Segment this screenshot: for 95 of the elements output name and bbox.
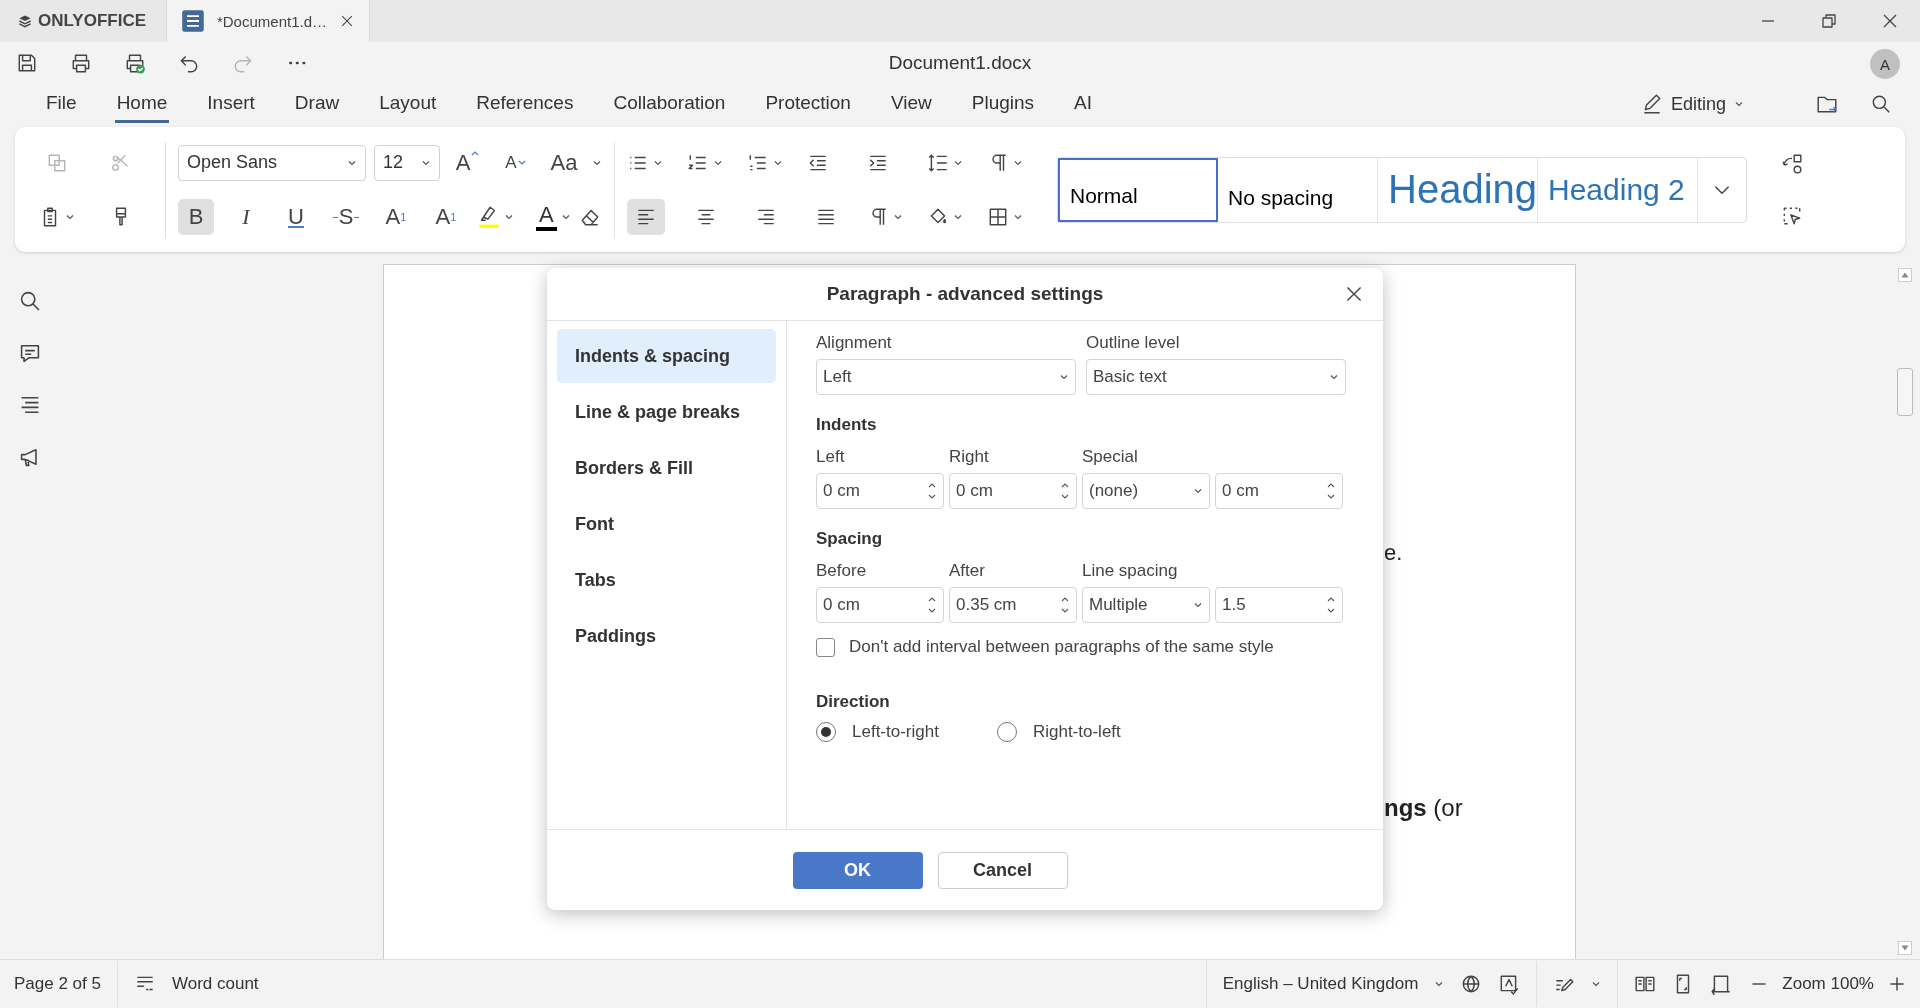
spin-field[interactable]: 0.35 cm xyxy=(949,587,1077,623)
increase-font-button[interactable]: A xyxy=(448,149,488,176)
fit-width-icon[interactable] xyxy=(1710,973,1733,995)
menu-tab[interactable]: References xyxy=(474,85,576,123)
brand-name: ONLYOFFICE xyxy=(38,11,146,31)
menu-tab[interactable]: Protection xyxy=(763,85,853,123)
menu-tab[interactable]: Plugins xyxy=(969,85,1037,123)
up-chevron-icon xyxy=(470,149,481,156)
save-icon[interactable] xyxy=(16,52,38,74)
caret-icon[interactable] xyxy=(1434,979,1445,989)
zoom-level: Zoom 100% xyxy=(1782,974,1874,994)
checkbox[interactable] xyxy=(816,637,835,657)
style-preset[interactable]: Heading xyxy=(1378,157,1538,222)
dropdown[interactable]: (none) xyxy=(1082,473,1210,509)
spin-field[interactable]: 1.5 xyxy=(1215,587,1343,623)
spin-field[interactable]: 0 cm xyxy=(949,473,1077,509)
field-label: Special xyxy=(1082,447,1139,468)
spellcheck-icon[interactable] xyxy=(1498,973,1521,995)
user-avatar[interactable]: A xyxy=(1870,49,1900,79)
caret-icon xyxy=(1193,486,1203,496)
dropdown[interactable]: Basic text xyxy=(1086,359,1346,395)
restore-icon[interactable] xyxy=(1819,11,1839,31)
caret-icon xyxy=(1193,600,1203,610)
align-left-button[interactable] xyxy=(627,198,665,235)
settings-tab[interactable]: Tabs xyxy=(557,553,776,607)
decrease-font-button[interactable]: A xyxy=(496,152,536,173)
field-label: Left xyxy=(816,447,846,468)
language-select[interactable]: English – United Kingdom xyxy=(1222,974,1419,994)
settings-tab[interactable]: Borders & Fill xyxy=(557,441,776,495)
superscript-button[interactable]: A$^{1}$ xyxy=(378,198,414,235)
section-heading: Spacing xyxy=(816,529,884,549)
document-title: Document1.docx xyxy=(887,52,1033,74)
word-count-link[interactable]: Word count xyxy=(171,974,259,994)
menu-tab[interactable]: Home xyxy=(114,85,170,123)
quick-print-icon[interactable] xyxy=(124,52,146,74)
editing-mode-button[interactable]: Editing xyxy=(1640,93,1744,115)
caret-icon xyxy=(1059,372,1069,382)
radio-label: Left-to-right xyxy=(852,722,939,742)
scroll-up-icon[interactable] xyxy=(1898,268,1912,282)
shapes-icon[interactable] xyxy=(1781,152,1803,175)
field-label: Line spacing xyxy=(1082,561,1179,582)
dialog-title: Paragraph - advanced settings xyxy=(826,283,1104,305)
print-icon[interactable] xyxy=(70,52,92,74)
settings-tab[interactable]: Indents & spacing xyxy=(557,329,776,383)
field-label: Alignment xyxy=(816,333,893,354)
checkbox-label: Don't add interval between paragraphs of the same style xyxy=(849,637,1274,657)
field-label: Right xyxy=(949,447,990,468)
field-label: After xyxy=(949,561,986,582)
caret-icon[interactable] xyxy=(1591,979,1602,989)
settings-tab[interactable]: Font xyxy=(557,497,776,551)
spin-field[interactable]: 0 cm xyxy=(816,587,944,623)
style-preset[interactable]: Heading 2 xyxy=(1538,157,1698,222)
bold-button[interactable]: B xyxy=(178,198,214,235)
field-label: Before xyxy=(816,561,868,582)
font-size-select[interactable]: 12 xyxy=(374,144,440,181)
search-icon[interactable] xyxy=(18,289,42,313)
style-preset[interactable]: Normal xyxy=(1058,157,1218,222)
section-heading: Direction xyxy=(816,692,891,712)
font-family-select[interactable]: Open Sans xyxy=(178,144,366,181)
dropdown[interactable]: Multiple xyxy=(1082,587,1210,623)
caret-icon xyxy=(1329,372,1339,382)
down-chevron-icon xyxy=(516,159,527,166)
italic-button[interactable]: I xyxy=(228,198,264,235)
document-text: ngs (or xyxy=(1384,794,1464,822)
font-color-button[interactable]: A xyxy=(536,202,557,231)
document-text: e. xyxy=(1384,540,1404,566)
spin-field[interactable]: 0 cm xyxy=(1215,473,1343,509)
menu-tab[interactable]: View xyxy=(888,85,934,123)
menu-tab[interactable]: Insert xyxy=(205,85,257,123)
close-icon[interactable] xyxy=(339,13,355,29)
menu-tab[interactable]: Draw xyxy=(292,85,342,123)
document-icon xyxy=(181,9,205,33)
strike-button[interactable]: S xyxy=(328,198,364,235)
field-label: Outline level xyxy=(1086,333,1181,354)
scroll-thumb[interactable] xyxy=(1897,367,1913,416)
underline-button[interactable]: U xyxy=(278,198,314,235)
menu-tab[interactable]: Collaboration xyxy=(611,85,728,123)
radio-label: Right-to-left xyxy=(1032,722,1121,742)
settings-tab[interactable]: Line & page breaks xyxy=(557,385,776,439)
caret-icon xyxy=(1734,99,1744,109)
menu-tab[interactable]: File xyxy=(44,85,79,123)
menu-tab[interactable]: AI xyxy=(1072,85,1095,123)
search-icon[interactable] xyxy=(1870,93,1892,115)
page-count: Page 2 of 5 xyxy=(14,974,101,994)
spin-field[interactable]: 0 cm xyxy=(816,473,944,509)
document-tab[interactable]: *Document1.d… xyxy=(166,0,370,42)
menu-tab[interactable]: Layout xyxy=(377,85,439,123)
ok-button[interactable]: OK xyxy=(792,851,923,889)
style-preset[interactable]: No spacing xyxy=(1218,157,1378,222)
section-heading: Indents xyxy=(816,415,878,435)
cancel-button[interactable]: Cancel xyxy=(937,851,1068,889)
scroll-down-icon[interactable] xyxy=(1898,941,1912,955)
settings-tab[interactable]: Paddings xyxy=(557,609,776,663)
dropdown[interactable]: Left xyxy=(816,359,1076,395)
change-case-button[interactable]: Aa xyxy=(544,149,584,176)
